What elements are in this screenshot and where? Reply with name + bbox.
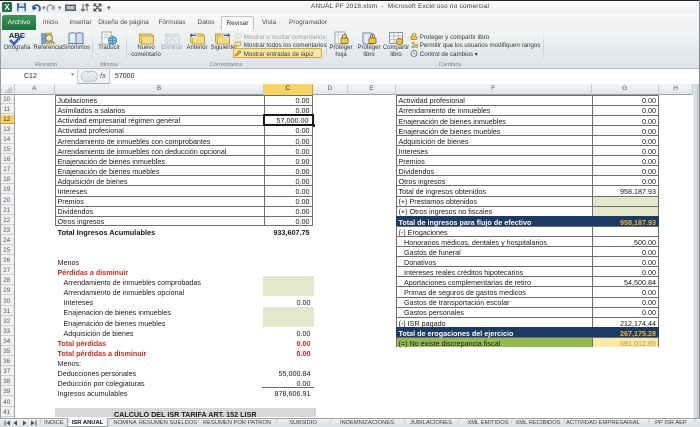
svg-text:▾: ▾ bbox=[42, 5, 46, 12]
svg-text:▾: ▾ bbox=[107, 5, 111, 12]
svg-text:X: X bbox=[4, 3, 10, 12]
svg-text:▾: ▾ bbox=[58, 5, 62, 12]
